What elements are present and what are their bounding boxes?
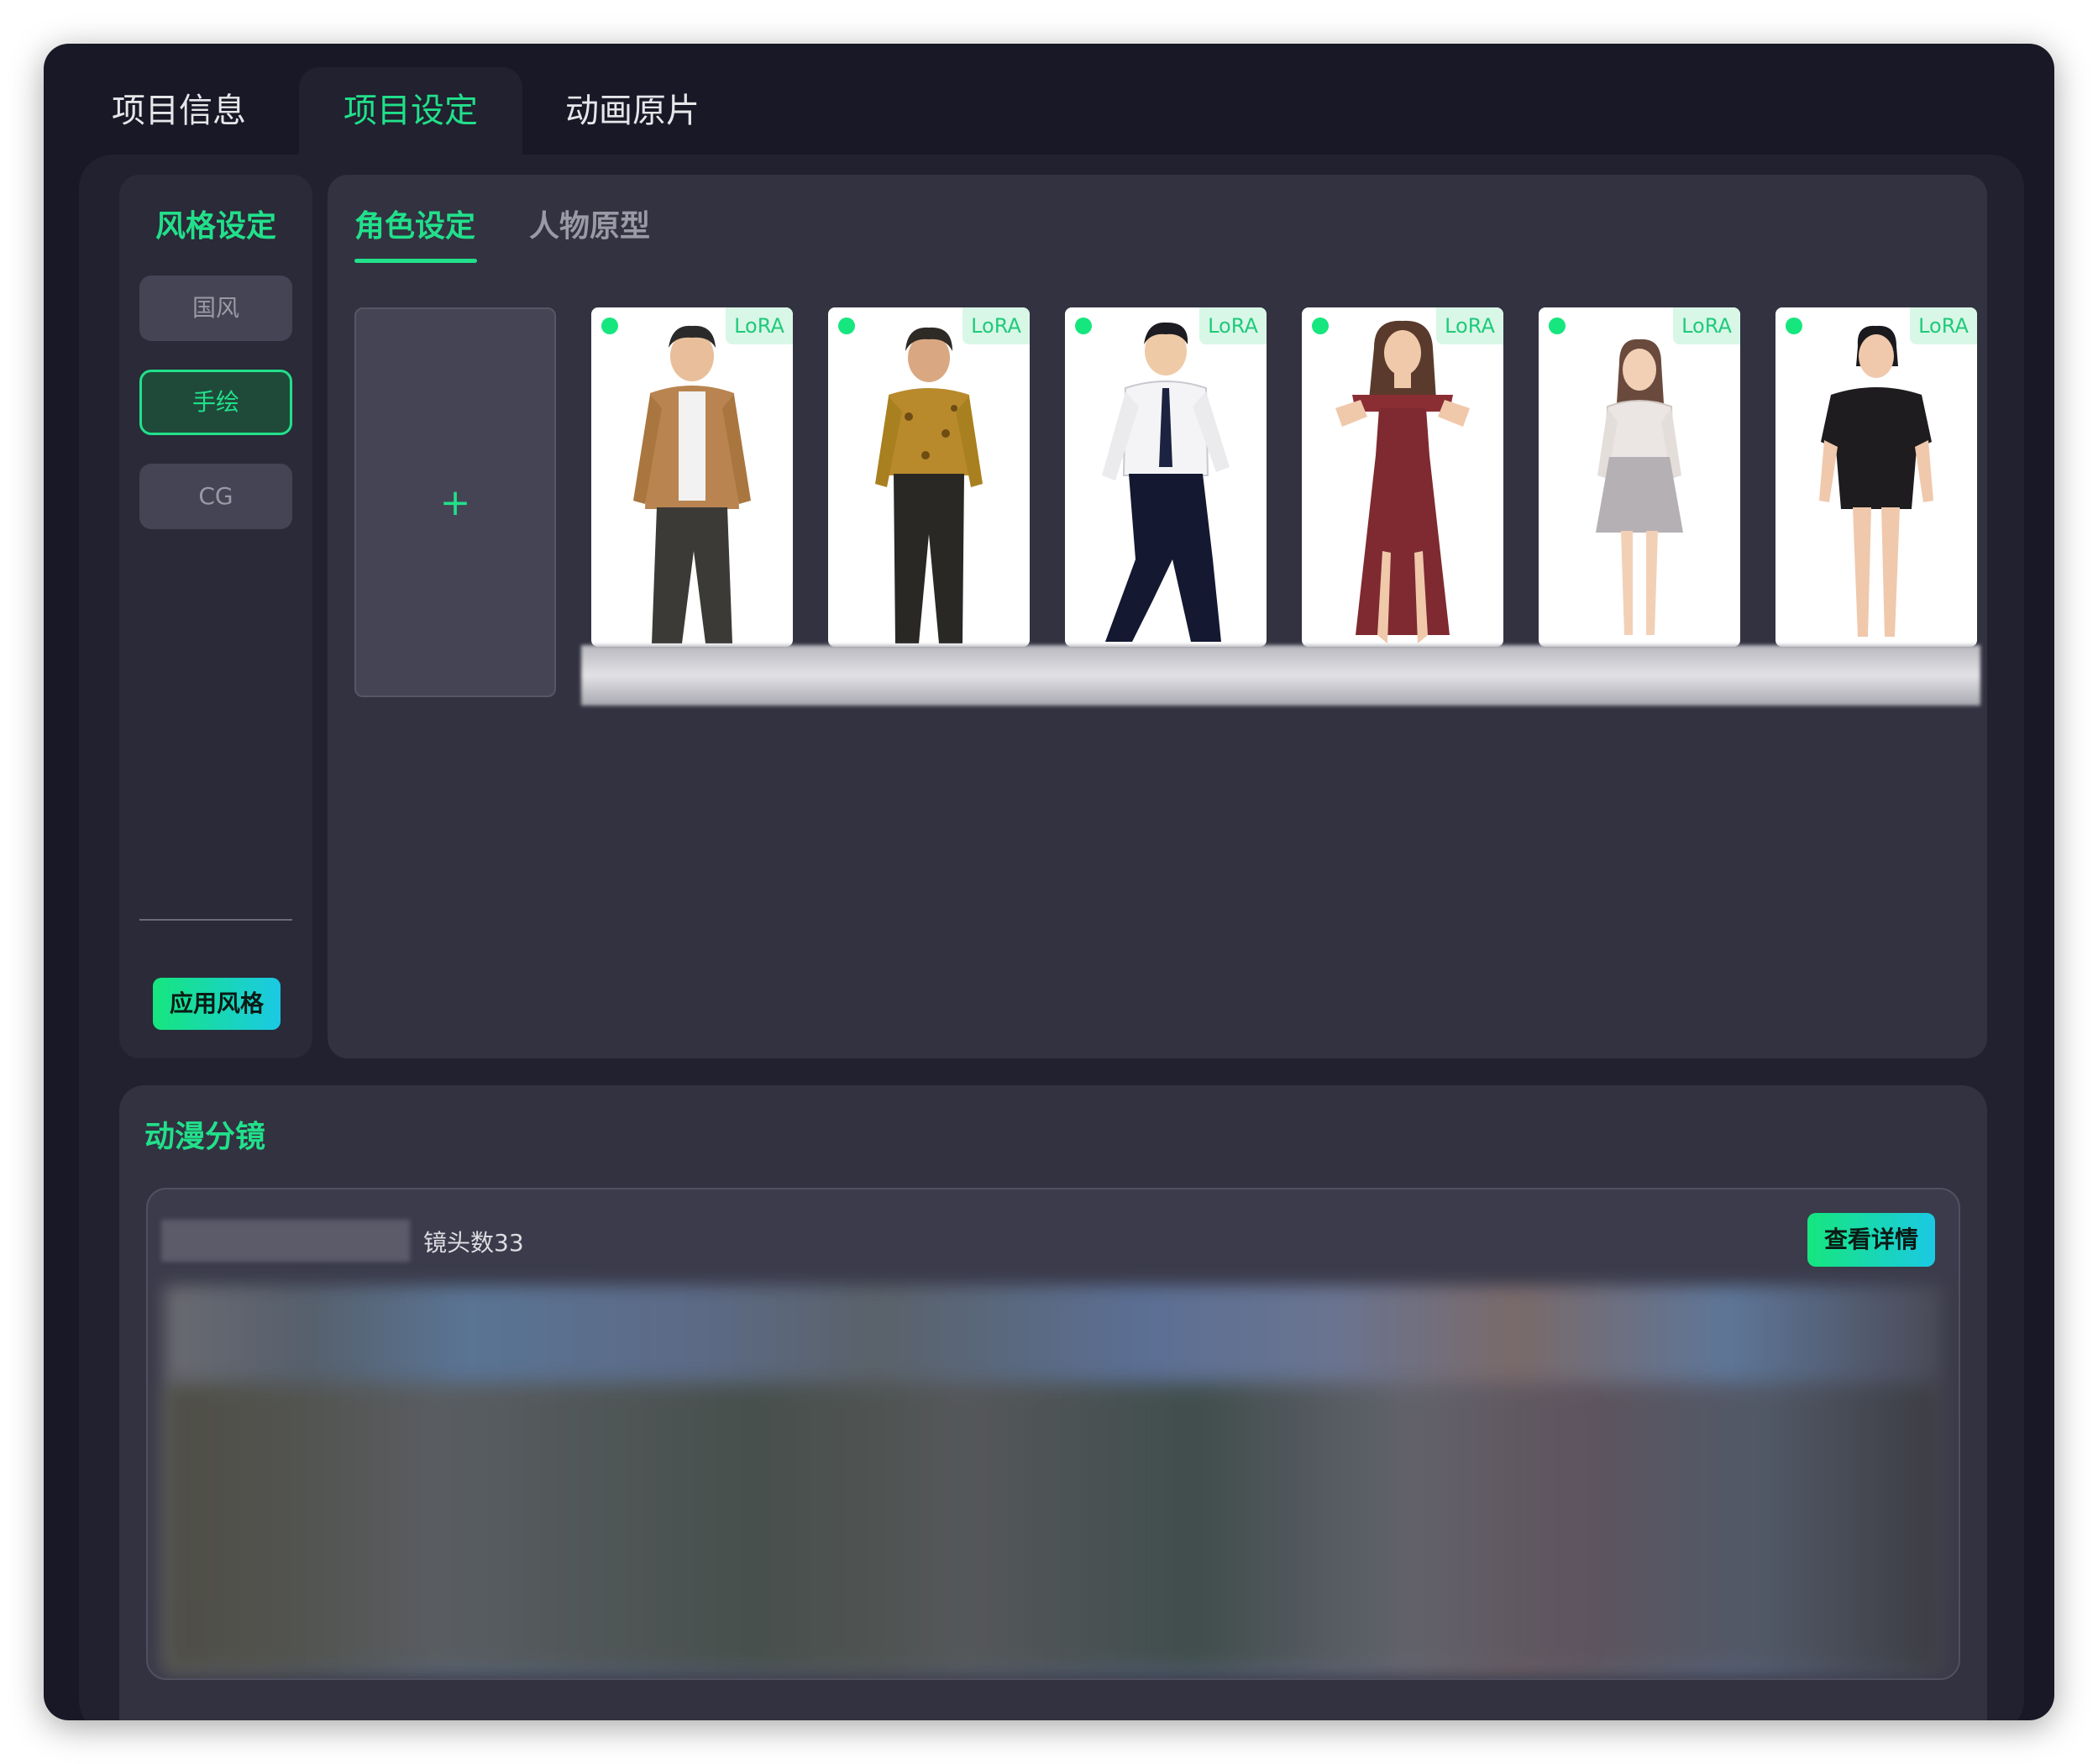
character-illustration bbox=[1819, 325, 1933, 637]
style-option-hand-drawn[interactable]: 手绘 bbox=[139, 370, 292, 435]
status-dot-icon bbox=[1786, 318, 1802, 334]
lora-badge: LoRA bbox=[1910, 307, 1977, 344]
tab-project-settings[interactable]: 项目设定 bbox=[299, 67, 522, 155]
blurred-card-captions bbox=[581, 645, 1980, 706]
tab-character-prototype[interactable]: 人物原型 bbox=[529, 202, 650, 245]
settings-content: 风格设定 国风 手绘 CG 应用风格 角色设定 人物原型 + LoRA LoRA… bbox=[79, 155, 2024, 1720]
lora-badge: LoRA bbox=[962, 307, 1030, 344]
style-option-cg[interactable]: CG bbox=[139, 464, 292, 529]
active-tab-underline bbox=[354, 259, 477, 263]
plus-icon: + bbox=[439, 480, 471, 524]
storyboard-frames-shading bbox=[165, 1383, 1942, 1672]
status-dot-icon bbox=[1075, 318, 1092, 334]
status-dot-icon bbox=[601, 318, 618, 334]
character-illustration bbox=[1596, 339, 1683, 635]
tab-animation-footage[interactable]: 动画原片 bbox=[521, 67, 744, 155]
character-illustration bbox=[1335, 320, 1470, 643]
character-card[interactable]: LoRA bbox=[591, 307, 793, 647]
character-card[interactable]: LoRA bbox=[828, 307, 1030, 647]
tab-project-info[interactable]: 项目信息 bbox=[67, 67, 291, 155]
style-panel-divider bbox=[139, 919, 292, 921]
style-option-guofeng[interactable]: 国风 bbox=[139, 276, 292, 341]
status-dot-icon bbox=[838, 318, 855, 334]
tab-character-settings[interactable]: 角色设定 bbox=[354, 202, 475, 245]
top-tab-bar: 项目信息 项目设定 动画原片 bbox=[44, 44, 2054, 155]
shot-count: 镜头数33 bbox=[423, 1229, 524, 1257]
character-panel: 角色设定 人物原型 + LoRA LoRA LoRA LoRA LoRA LoR… bbox=[328, 175, 1987, 1058]
view-details-button[interactable]: 查看详情 bbox=[1807, 1213, 1935, 1267]
character-illustration bbox=[633, 325, 751, 643]
status-dot-icon bbox=[1549, 318, 1566, 334]
lora-badge: LoRA bbox=[1436, 307, 1503, 344]
style-panel: 风格设定 国风 手绘 CG 应用风格 bbox=[119, 175, 312, 1058]
style-panel-title: 风格设定 bbox=[155, 209, 276, 244]
status-dot-icon bbox=[1312, 318, 1329, 334]
lora-badge: LoRA bbox=[1673, 307, 1740, 344]
blurred-storyboard-name bbox=[161, 1220, 410, 1262]
character-card[interactable]: LoRA bbox=[1065, 307, 1267, 647]
character-card[interactable]: LoRA bbox=[1775, 307, 1977, 647]
character-illustration bbox=[1102, 322, 1230, 642]
storyboard-card: 镜头数33 查看详情 bbox=[146, 1188, 1960, 1680]
storyboard-title: 动漫分镜 bbox=[144, 1120, 266, 1154]
storyboard-panel: 动漫分镜 镜头数33 查看详情 bbox=[119, 1085, 1987, 1720]
lora-badge: LoRA bbox=[1199, 307, 1267, 344]
lora-badge: LoRA bbox=[726, 307, 793, 344]
apply-style-button[interactable]: 应用风格 bbox=[153, 978, 281, 1030]
add-character-button[interactable]: + bbox=[354, 307, 556, 697]
character-illustration bbox=[875, 327, 983, 643]
app-window: 项目信息 项目设定 动画原片 风格设定 国风 手绘 CG 应用风格 角色设定 人… bbox=[44, 44, 2054, 1720]
character-card[interactable]: LoRA bbox=[1539, 307, 1740, 647]
character-card[interactable]: LoRA bbox=[1302, 307, 1503, 647]
